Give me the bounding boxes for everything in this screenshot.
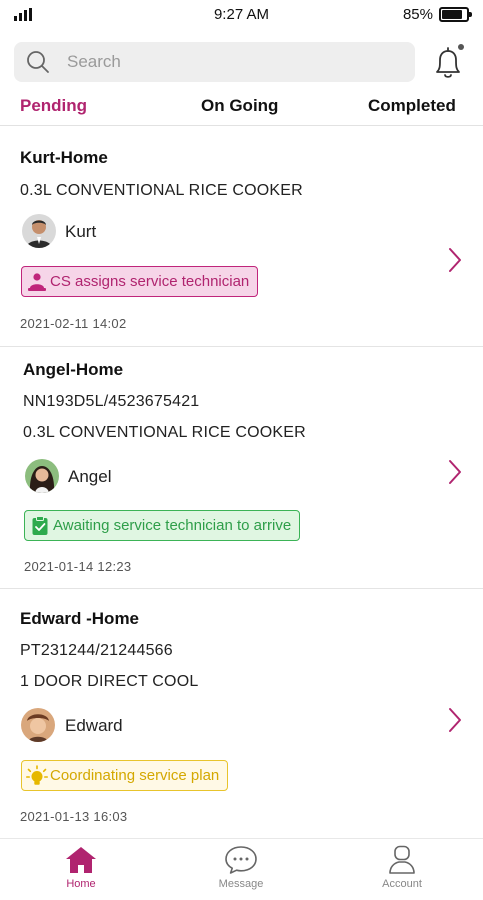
order-user: Kurt [65, 222, 97, 241]
tab-completed[interactable]: Completed [368, 96, 456, 116]
order-serial: PT231244/21244566 [20, 642, 173, 659]
order-card-kurt[interactable]: Kurt-Home 0.3L CONVENTIONAL RICE COOKER … [0, 127, 483, 347]
chevron-right-icon[interactable] [445, 458, 465, 486]
notification-bell-icon[interactable] [430, 42, 466, 82]
status-badge: Coordinating service plan [21, 760, 229, 791]
order-title: Kurt-Home [20, 148, 108, 167]
search-icon [27, 51, 49, 73]
nav-message[interactable]: Message [201, 845, 281, 899]
battery-icon [439, 7, 472, 22]
nav-label-home: Home [66, 878, 96, 890]
order-user: Edward [65, 716, 123, 735]
status-badge: Awaiting service technician to arrive [24, 510, 301, 541]
status-text: Coordinating service plan [50, 767, 220, 784]
bottom-nav: Home Message Account [0, 838, 483, 900]
battery-percent: 85% [402, 6, 433, 23]
order-product: 0.3L CONVENTIONAL RICE COOKER [20, 182, 303, 199]
order-card-edward[interactable]: Edward -Home PT231244/21244566 1 DOOR DI… [0, 589, 483, 838]
order-date: 2021-02-11 14:02 [20, 316, 127, 331]
nav-account[interactable]: Account [362, 845, 442, 899]
lightbulb-icon [26, 764, 48, 785]
chat-bubble-icon [225, 846, 257, 874]
user-icon [389, 845, 415, 874]
status-text: CS assigns service technician [50, 273, 250, 290]
battery-level [442, 10, 463, 19]
order-title: Edward -Home [20, 609, 140, 628]
order-product: 1 DOOR DIRECT COOL [20, 673, 199, 690]
tab-pending[interactable]: Pending [20, 96, 87, 116]
nav-label-message: Message [218, 878, 264, 890]
order-serial: NN193D5L/4523675421 [23, 393, 200, 410]
avatar [22, 214, 56, 248]
search-input[interactable]: Search [14, 42, 415, 82]
status-bar: 9:27 AM 85% [0, 0, 483, 30]
clipboard-check-icon [32, 515, 48, 535]
order-card-angel[interactable]: Angel-Home NN193D5L/4523675421 0.3L CONV… [0, 347, 483, 589]
search-placeholder: Search [67, 52, 121, 71]
order-product: 0.3L CONVENTIONAL RICE COOKER [23, 424, 306, 441]
avatar [25, 459, 59, 493]
nav-label-account: Account [382, 878, 422, 890]
order-date: 2021-01-14 12:23 [24, 559, 132, 574]
nav-home[interactable]: Home [41, 845, 121, 899]
chevron-right-icon[interactable] [445, 246, 465, 274]
status-badge: CS assigns service technician [21, 266, 259, 297]
order-title: Angel-Home [23, 360, 124, 379]
status-text: Awaiting service technician to arrive [53, 517, 292, 534]
chevron-right-icon[interactable] [445, 706, 465, 734]
order-user: Angel [68, 467, 112, 486]
status-tabs: Pending On Going Completed [0, 94, 483, 126]
technician-icon [28, 272, 46, 291]
home-icon [66, 847, 96, 873]
avatar [21, 708, 55, 742]
tab-on-going[interactable]: On Going [201, 96, 278, 116]
order-date: 2021-01-13 16:03 [20, 809, 128, 824]
